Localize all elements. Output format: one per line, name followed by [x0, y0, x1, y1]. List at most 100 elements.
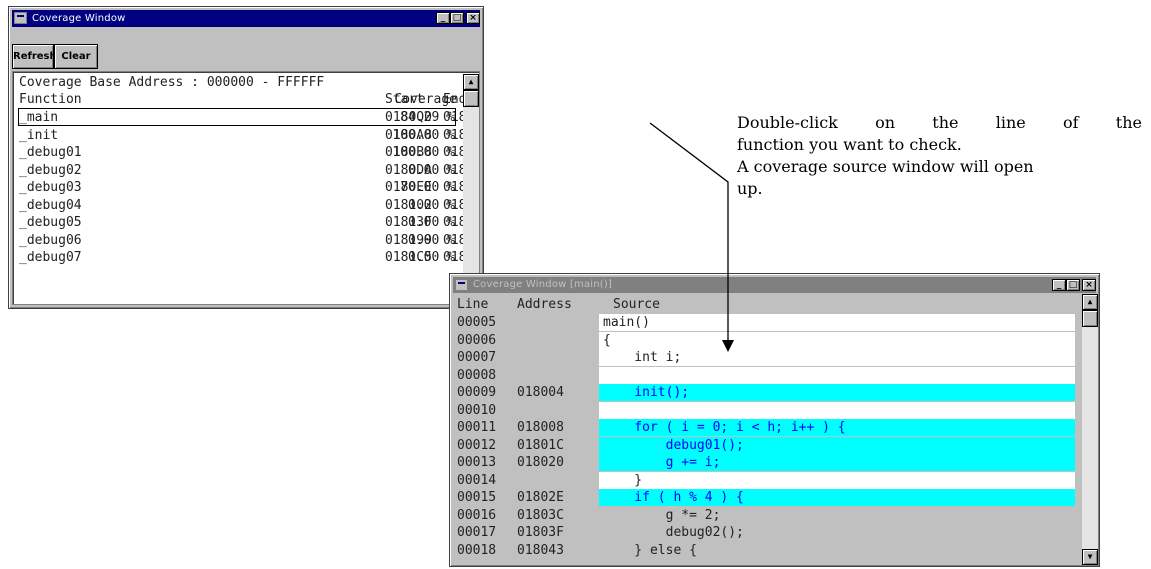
- function-row[interactable]: _init0180A80180B7100.00 %: [13, 127, 479, 144]
- source-code: }: [599, 471, 1075, 489]
- coverage-window: Coverage Window _ □ × Refresh Clear Cove…: [8, 6, 484, 309]
- source-code: [599, 401, 1075, 419]
- source-row[interactable]: 00014 }: [453, 471, 1081, 489]
- source-code: int i;: [599, 349, 1075, 366]
- function-row[interactable]: _debug020180DA0180ED0.00 %: [13, 162, 479, 179]
- scroll-thumb[interactable]: [463, 90, 479, 107]
- callout-line-2: function you want to check.: [737, 135, 962, 154]
- source-code: } else {: [599, 541, 1075, 559]
- function-coverage: 0.00 %: [408, 232, 455, 248]
- source-code: g *= 2;: [599, 506, 1075, 524]
- callout-line-1: Double-click on the line of the: [737, 113, 1142, 132]
- maximize-icon[interactable]: □: [1066, 279, 1080, 291]
- function-row[interactable]: _debug0501813F0181980.00 %: [13, 214, 479, 231]
- source-row[interactable]: 00015 01802E if ( h % 4 ) {: [453, 489, 1081, 506]
- line-address: 018008: [517, 420, 564, 435]
- function-coverage: 70.00 %: [400, 180, 455, 195]
- function-list-scrollbar[interactable]: ▲: [463, 74, 479, 304]
- callout-text: Double-click on the line of the function…: [737, 112, 1142, 200]
- column-header-right: End Coverage: [13, 91, 479, 108]
- selected-row-outline: [18, 108, 456, 126]
- arrow-up-icon[interactable]: ▲: [1082, 294, 1098, 310]
- source-row[interactable]: 00005 main(): [453, 314, 1081, 331]
- line-number: 00013: [457, 455, 497, 470]
- function-row[interactable]: _debug030180EE01810170.00 %: [13, 179, 479, 196]
- window-icon: [455, 279, 468, 291]
- source-row[interactable]: 00010: [453, 401, 1081, 419]
- line-number: 00010: [457, 402, 497, 418]
- line-number: 00007: [457, 350, 497, 365]
- minimize-icon[interactable]: _: [1052, 279, 1066, 291]
- line-address: 018043: [517, 542, 564, 558]
- callout-line-3: A coverage source window will open: [737, 157, 1034, 176]
- line-address: 018020: [517, 455, 564, 470]
- maximize-icon[interactable]: □: [450, 12, 464, 24]
- arrow-up-icon[interactable]: ▲: [463, 74, 479, 90]
- line-number: 00005: [457, 315, 497, 330]
- function-row[interactable]: _debug060181990181C40.00 %: [13, 232, 479, 249]
- line-number: 00012: [457, 437, 497, 453]
- line-address: 01803F: [517, 525, 564, 540]
- source-row[interactable]: 00012 01801C debug01();: [453, 436, 1081, 454]
- source-code: debug02();: [599, 524, 1075, 541]
- source-row[interactable]: 00017 01803F debug02();: [453, 524, 1081, 541]
- line-address: 018004: [517, 385, 564, 400]
- function-row[interactable]: _debug070181C50181EB0.00 %: [13, 249, 479, 266]
- source-row[interactable]: 00011 018008 for ( i = 0; i < h; i++ ) {: [453, 419, 1081, 436]
- function-name: _debug06: [19, 232, 82, 248]
- line-number: 00015: [457, 490, 497, 505]
- function-list: Coverage Base Address : 000000 - FFFFFF …: [12, 71, 480, 305]
- line-number: 00018: [457, 542, 497, 558]
- source-row[interactable]: 00006 {: [453, 331, 1081, 349]
- source-window-title: Coverage Window [main()]: [473, 279, 613, 290]
- line-number: 00009: [457, 385, 497, 400]
- scroll-thumb[interactable]: [1082, 310, 1098, 327]
- column-source[interactable]: Source: [613, 296, 660, 313]
- source-code: main(): [599, 314, 1075, 331]
- column-address[interactable]: Address: [517, 296, 572, 313]
- line-number: 00008: [457, 367, 497, 383]
- function-name: _debug03: [19, 180, 82, 195]
- line-number: 00016: [457, 507, 497, 523]
- source-code: init();: [599, 384, 1075, 401]
- source-row[interactable]: 00009 018004 init();: [453, 384, 1081, 401]
- coverage-window-titlebar[interactable]: Coverage Window _ □ ×: [12, 10, 480, 27]
- source-code: debug01();: [599, 436, 1075, 454]
- source-row[interactable]: 00013 018020 g += i;: [453, 454, 1081, 471]
- source-code: {: [599, 331, 1075, 349]
- column-coverage[interactable]: Coverage: [394, 91, 457, 108]
- line-number: 00014: [457, 472, 497, 488]
- source-code: [599, 366, 1075, 384]
- arrow-down-icon[interactable]: ▼: [1082, 549, 1098, 565]
- function-coverage: 100.00 %: [392, 127, 455, 143]
- function-coverage: 0.00 %: [408, 197, 455, 213]
- coverage-source-window: Coverage Window [main()] _ □ × Line Addr…: [449, 273, 1100, 567]
- function-coverage: 0.00 %: [408, 250, 455, 265]
- clear-button[interactable]: Clear: [54, 44, 98, 69]
- column-line[interactable]: Line: [457, 296, 488, 313]
- source-scrollbar[interactable]: ▲ ▼: [1082, 294, 1098, 565]
- close-icon[interactable]: ×: [1082, 279, 1096, 291]
- source-code: for ( i = 0; i < h; i++ ) {: [599, 419, 1075, 436]
- function-name: _debug05: [19, 215, 82, 230]
- source-row[interactable]: 00008: [453, 366, 1081, 384]
- close-icon[interactable]: ×: [466, 12, 480, 24]
- line-number: 00017: [457, 525, 497, 540]
- source-row[interactable]: 00018 018043 } else {: [453, 541, 1081, 559]
- source-header-row: Line Address Source: [453, 296, 1081, 313]
- function-row[interactable]: _debug0401810201813E0.00 %: [13, 197, 479, 214]
- function-name: _debug01: [19, 145, 82, 160]
- function-coverage: 0.00 %: [408, 215, 455, 230]
- source-row[interactable]: 00016 01803C g *= 2;: [453, 506, 1081, 524]
- function-row[interactable]: _debug010180B80180D9100.00 %: [13, 144, 479, 161]
- window-icon: [14, 12, 27, 24]
- base-address-row: Coverage Base Address : 000000 - FFFFFF: [13, 74, 479, 91]
- source-row[interactable]: 00007 int i;: [453, 349, 1081, 366]
- minimize-icon[interactable]: _: [436, 12, 450, 24]
- callout-line-4: up.: [737, 179, 763, 198]
- base-address-label: Coverage Base Address : 000000 - FFFFFF: [19, 75, 325, 90]
- function-name: _debug07: [19, 250, 82, 265]
- source-window-titlebar[interactable]: Coverage Window [main()] _ □ ×: [453, 277, 1096, 293]
- refresh-button[interactable]: Refresh: [12, 44, 57, 69]
- function-name: _init: [19, 127, 59, 143]
